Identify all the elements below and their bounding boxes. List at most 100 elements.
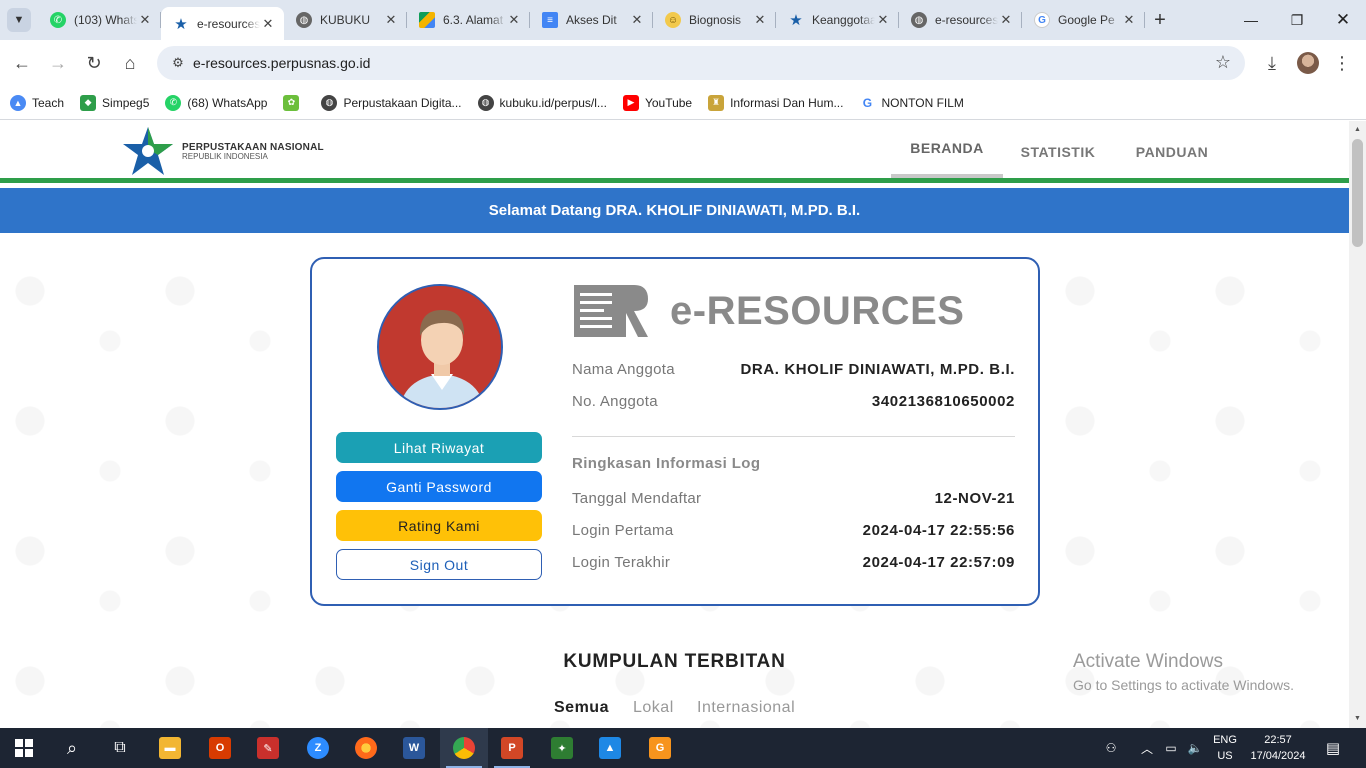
sign-out-button[interactable]: Sign Out bbox=[336, 549, 542, 580]
office-icon: O bbox=[209, 737, 231, 759]
nav-beranda[interactable]: BERANDA bbox=[891, 121, 1003, 178]
restore-button[interactable]: ❐ bbox=[1274, 0, 1320, 40]
browser-tab[interactable]: ☺ Biognosis ✕ bbox=[653, 0, 776, 40]
close-icon[interactable]: ✕ bbox=[137, 12, 153, 28]
smiley-icon: ☺ bbox=[665, 12, 681, 28]
history-button[interactable]: Lihat Riwayat bbox=[336, 432, 542, 463]
tab-title: (103) WhatsApp bbox=[74, 13, 137, 27]
search-button[interactable]: ⌕ bbox=[48, 728, 96, 768]
close-icon[interactable]: ✕ bbox=[260, 16, 276, 32]
taskbar-photos[interactable]: ▲ bbox=[586, 728, 634, 768]
tray-overflow-button[interactable]: ︿ bbox=[1136, 728, 1158, 768]
browser-tab[interactable]: ★ Keanggotaan ✕ bbox=[776, 0, 899, 40]
forward-button[interactable]: → bbox=[43, 48, 73, 78]
volume-button[interactable]: 🔈 bbox=[1184, 728, 1206, 768]
bookmark-item[interactable]: ✿ bbox=[283, 94, 305, 111]
reload-button[interactable]: ↻ bbox=[79, 48, 109, 78]
taskbar-firefox[interactable] bbox=[342, 728, 390, 768]
new-tab-button[interactable]: + bbox=[1145, 0, 1175, 40]
close-icon[interactable]: ✕ bbox=[875, 12, 891, 28]
taskbar-zoom[interactable]: Z bbox=[294, 728, 342, 768]
browser-tab[interactable]: G Google Pe ✕ bbox=[1022, 0, 1145, 40]
close-icon[interactable]: ✕ bbox=[998, 12, 1014, 28]
perpusnas-logo[interactable]: PERPUSTAKAAN NASIONAL REPUBLIK INDONESIA bbox=[120, 125, 324, 179]
task-view-icon: ⧉ bbox=[114, 739, 126, 756]
close-icon[interactable]: ✕ bbox=[752, 12, 768, 28]
taskbar-app-green[interactable]: ✦ bbox=[538, 728, 586, 768]
teach-icon: ▲ bbox=[10, 94, 26, 111]
first-login-value: 2024-04-17 22:55:56 bbox=[862, 521, 1015, 539]
battery-button[interactable]: ▭ bbox=[1160, 728, 1182, 768]
close-icon[interactable]: ✕ bbox=[629, 12, 645, 28]
page-viewport: PERPUSTAKAAN NASIONAL REPUBLIK INDONESIA… bbox=[0, 121, 1349, 728]
system-clock[interactable]: 22:57 17/04/2024 bbox=[1248, 732, 1308, 764]
taskbar-word[interactable]: W bbox=[390, 728, 438, 768]
bookmark-item[interactable]: ✆ (68) WhatsApp bbox=[165, 94, 267, 111]
menu-button[interactable]: ⋮ bbox=[1327, 48, 1357, 78]
app-icon: ✦ bbox=[551, 737, 573, 759]
downloads-button[interactable]: ⤓ bbox=[1257, 48, 1287, 78]
taskbar-chrome[interactable] bbox=[440, 728, 488, 768]
profile-avatar[interactable] bbox=[1297, 52, 1319, 74]
browser-tab-active[interactable]: ★ e-resources ✕ bbox=[161, 7, 284, 40]
bookmark-item[interactable]: ◍ Perpustakaan Digita... bbox=[321, 94, 462, 111]
page-scrollbar[interactable]: ▲ ▼ bbox=[1349, 121, 1366, 728]
taskbar-pdf-viewer[interactable]: G bbox=[636, 728, 684, 768]
windows-taskbar: ⌕ ⧉ ▬ O ✎ Z W P ✦ ▲ G ⚇ ︿ ▭ 🔈 ENG US 22:… bbox=[0, 728, 1366, 768]
tab-title: Biognosis bbox=[689, 13, 742, 27]
site-info-icon[interactable]: ⚙ bbox=[163, 55, 193, 71]
scroll-down-icon[interactable]: ▼ bbox=[1349, 712, 1366, 726]
language-indicator[interactable]: ENG US bbox=[1210, 732, 1240, 764]
close-icon[interactable]: ✕ bbox=[383, 12, 399, 28]
taskbar-file-explorer[interactable]: ▬ bbox=[146, 728, 194, 768]
taskbar-pdf-app[interactable]: ✎ bbox=[244, 728, 292, 768]
simpeg-icon: ◆ bbox=[80, 94, 97, 111]
photos-icon: ▲ bbox=[599, 737, 621, 759]
taskbar-office[interactable]: O bbox=[196, 728, 244, 768]
bookmark-item[interactable]: ▶ YouTube bbox=[622, 94, 692, 111]
close-window-button[interactable]: ✕ bbox=[1320, 0, 1366, 40]
minimize-icon: — bbox=[1244, 12, 1258, 28]
bookmark-item[interactable]: ♜ Informasi Dan Hum... bbox=[708, 94, 843, 111]
tab-title: Google Pe bbox=[1058, 13, 1115, 27]
bookmark-item[interactable]: G NONTON FILM bbox=[859, 94, 964, 111]
browser-tab[interactable]: ✆ (103) WhatsApp ✕ bbox=[38, 0, 161, 40]
tab-internasional[interactable]: Internasional bbox=[697, 699, 795, 717]
browser-tab[interactable]: ◍ KUBUKU ✕ bbox=[284, 0, 407, 40]
bookmark-item[interactable]: ◍ kubuku.id/perpus/l... bbox=[477, 94, 607, 111]
address-bar[interactable]: ⚙ e-resources.perpusnas.go.id ☆ bbox=[157, 46, 1245, 80]
bookmark-star-icon[interactable]: ☆ bbox=[1215, 52, 1231, 73]
taskbar-powerpoint[interactable]: P bbox=[488, 728, 536, 768]
bookmark-item[interactable]: ◆ Simpeg5 bbox=[80, 94, 149, 111]
chevron-down-icon: ▼ bbox=[13, 14, 25, 26]
scrollbar-thumb[interactable] bbox=[1352, 139, 1363, 247]
browser-tab[interactable]: ◍ e-resources ✕ bbox=[899, 0, 1022, 40]
scroll-up-icon[interactable]: ▲ bbox=[1349, 123, 1366, 137]
start-button[interactable] bbox=[0, 728, 48, 768]
tab-search-button[interactable]: ▼ bbox=[7, 8, 31, 32]
rating-button[interactable]: Rating Kami bbox=[336, 510, 542, 541]
member-name-value: DRA. KHOLIF DINIAWATI, M.PD. B.I. bbox=[740, 360, 1015, 378]
close-icon[interactable]: ✕ bbox=[1121, 12, 1137, 28]
first-login-row: Login Pertama 2024-04-17 22:55:56 bbox=[572, 518, 1015, 542]
close-icon: ✕ bbox=[1335, 10, 1351, 29]
speaker-icon: 🔈 bbox=[1187, 741, 1203, 755]
nav-statistik[interactable]: STATISTIK bbox=[1010, 121, 1106, 183]
close-icon[interactable]: ✕ bbox=[506, 12, 522, 28]
home-button[interactable]: ⌂ bbox=[115, 48, 145, 78]
first-login-label: Login Pertama bbox=[572, 521, 674, 539]
tab-semua[interactable]: Semua bbox=[554, 699, 609, 717]
nav-panduan[interactable]: PANDUAN bbox=[1120, 121, 1224, 183]
tab-lokal[interactable]: Lokal bbox=[633, 699, 674, 717]
browser-tab[interactable]: ≡ Akses Dit ✕ bbox=[530, 0, 653, 40]
browser-tab[interactable]: 6.3. Alamat ✕ bbox=[407, 0, 530, 40]
change-password-button[interactable]: Ganti Password bbox=[336, 471, 542, 502]
people-button[interactable]: ⚇ bbox=[1098, 728, 1124, 768]
back-button[interactable]: ← bbox=[7, 48, 37, 78]
url-text[interactable]: e-resources.perpusnas.go.id bbox=[193, 55, 370, 71]
avatar bbox=[377, 284, 503, 410]
minimize-button[interactable]: — bbox=[1228, 0, 1274, 40]
task-view-button[interactable]: ⧉ bbox=[96, 728, 144, 768]
bookmark-item[interactable]: ▲ Teach bbox=[10, 94, 64, 111]
action-center-button[interactable]: ▤ bbox=[1320, 728, 1346, 768]
